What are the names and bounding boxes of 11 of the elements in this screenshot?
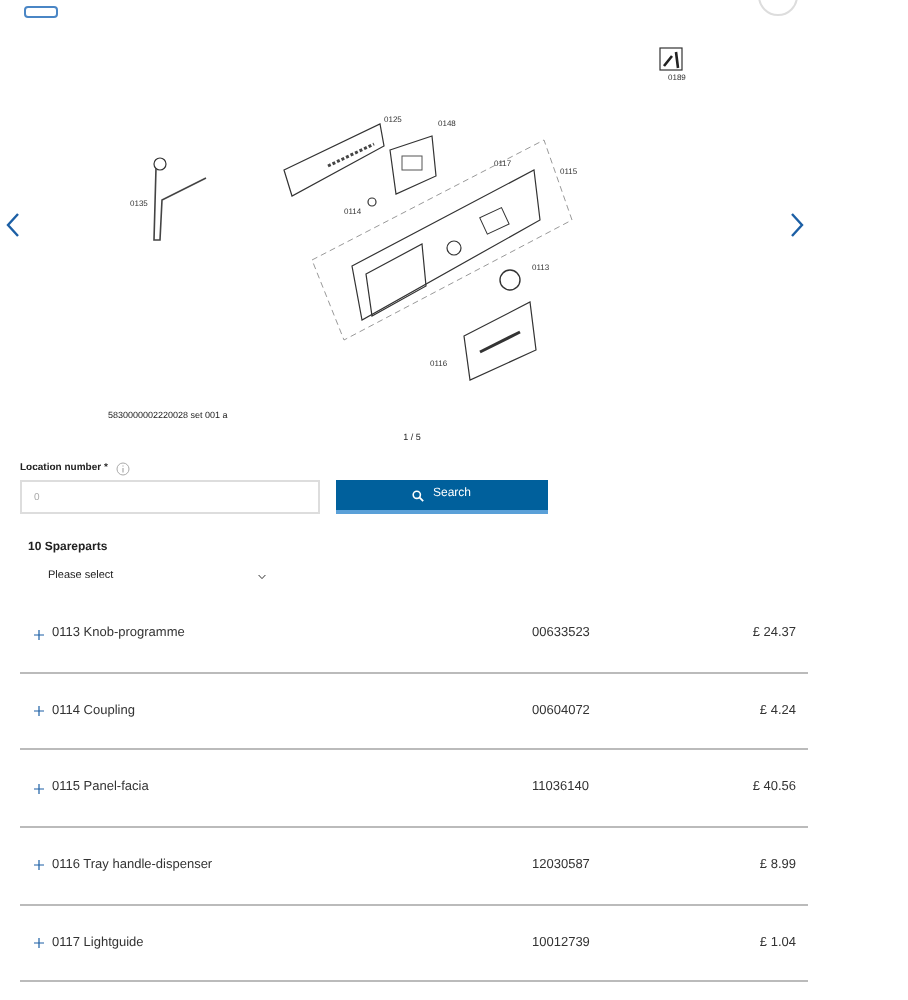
outline-button[interactable] — [24, 6, 58, 18]
plus-icon — [34, 706, 44, 717]
tool-icon — [659, 47, 683, 71]
plus-icon — [34, 629, 44, 640]
plus-icon — [34, 937, 44, 948]
plus-icon — [34, 860, 44, 871]
plus-icon — [34, 783, 44, 794]
info-icon[interactable] — [115, 461, 130, 476]
search-icon — [412, 489, 425, 501]
chevron-down-icon — [257, 573, 266, 580]
cable-drawing — [153, 157, 207, 241]
